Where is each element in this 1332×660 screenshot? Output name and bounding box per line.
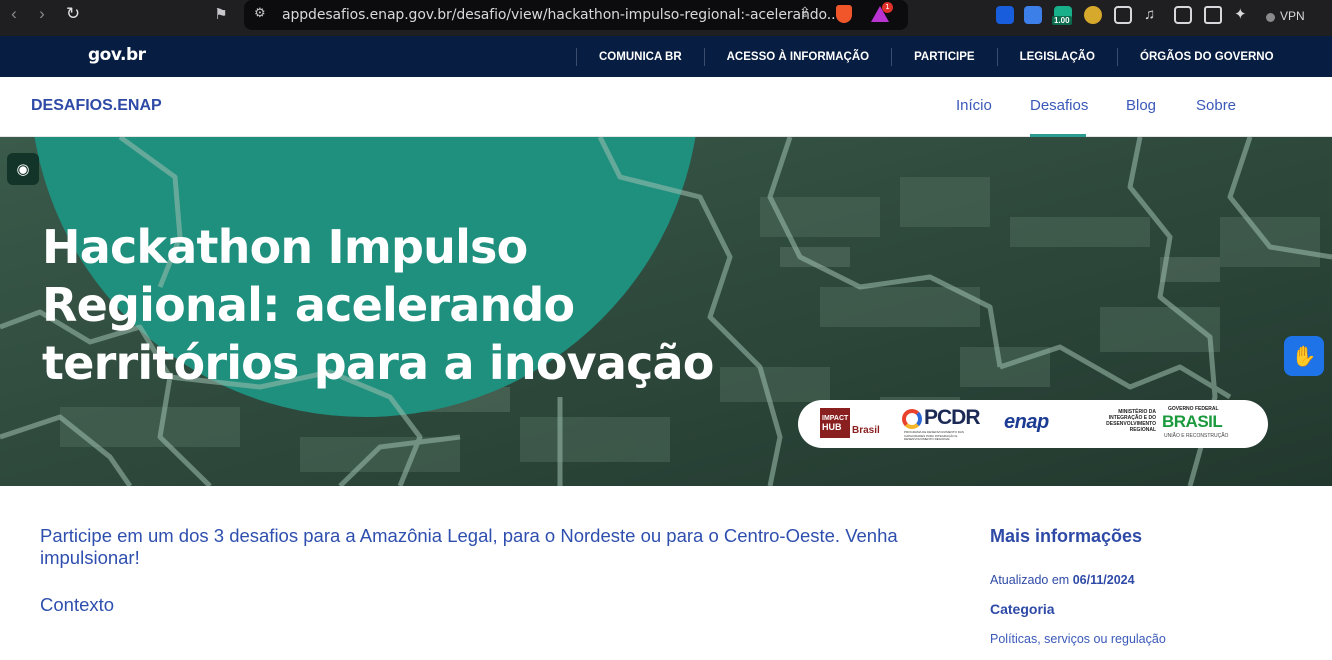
vlibras-hands-icon[interactable]: ✋ <box>1284 336 1324 376</box>
govbr-link-legislacao[interactable]: LEGISLAÇÃO <box>996 47 1117 66</box>
extension-badge-text: 1.00 <box>1052 16 1072 25</box>
brave-shield-icon[interactable] <box>836 5 852 23</box>
extension-badge-icon[interactable]: 1.00 <box>1052 6 1072 25</box>
medal-icon[interactable] <box>1084 6 1102 24</box>
forward-icon[interactable]: › <box>31 3 53 25</box>
leo-ai-icon[interactable]: ✦ <box>1234 6 1252 24</box>
accessibility-brain-icon[interactable]: ◉ <box>7 153 39 185</box>
hero-banner: ◉ Hackathon Impulso Regional: acelerando… <box>0 137 1332 486</box>
govbr-link-participe[interactable]: PARTICIPE <box>891 47 997 66</box>
vpn-button[interactable]: VPN <box>1280 9 1305 23</box>
enap-logo: enap <box>1004 411 1049 433</box>
bitwarden-icon[interactable] <box>996 6 1014 24</box>
updated-info: Atualizado em 06/11/2024 <box>990 573 1135 587</box>
govbr-link-comunica[interactable]: COMUNICA BR <box>576 47 704 66</box>
ministerio-text: MINISTÉRIO DA INTEGRAÇÃO E DO DESENVOLVI… <box>1106 409 1156 433</box>
govbr-bar: gov.br COMUNICA BR ACESSO À INFORMAÇÃO P… <box>0 36 1332 77</box>
media-icon[interactable]: ♫ <box>1144 6 1162 24</box>
pcdr-subtitle: PROGRAMA DE DESENVOLVIMENTO DAS CAPACIDA… <box>904 431 964 441</box>
govbr-link-acesso-informacao[interactable]: ACESSO À INFORMAÇÃO <box>703 47 891 66</box>
address-bar[interactable]: ⚙ appdesafios.enap.gov.br/desafio/view/h… <box>244 0 908 30</box>
uniao-reconstrucao: UNIÃO E RECONSTRUÇÃO <box>1164 433 1229 439</box>
impact-hub-logo: IMPACT HUB <box>820 408 850 438</box>
vpn-status-icon[interactable] <box>1266 13 1275 22</box>
govbr-link-orgaos[interactable]: ÓRGÃOS DO GOVERNO <box>1117 47 1296 66</box>
translate-icon[interactable] <box>1024 6 1042 24</box>
bookmark-icon[interactable]: ⚑ <box>210 3 232 25</box>
main-nav: Início Desafios Blog Sobre <box>0 77 1332 137</box>
hero-title: Hackathon Impulso Regional: acelerando t… <box>42 220 714 390</box>
nav-inicio[interactable]: Início <box>956 97 992 114</box>
updated-date: 06/11/2024 <box>1072 573 1135 587</box>
brave-badge: 1 <box>882 2 893 13</box>
pcdr-mark-icon <box>902 409 922 429</box>
wallet-icon[interactable] <box>1204 6 1222 24</box>
site-header: DESAFIOS.ENAP Início Desafios Blog Sobre <box>0 77 1332 137</box>
back-icon[interactable]: ‹ <box>3 3 25 25</box>
browser-toolbar: ‹ › ↻ ⚑ ⚙ appdesafios.enap.gov.br/desafi… <box>0 0 1332 36</box>
pcdr-logo: PCDR <box>924 406 981 429</box>
nav-desafios[interactable]: Desafios <box>1030 97 1088 114</box>
category-title: Categoria <box>990 601 1055 617</box>
nav-blog[interactable]: Blog <box>1126 97 1156 114</box>
sidebar-icon[interactable] <box>1174 6 1192 24</box>
govbr-links: COMUNICA BR ACESSO À INFORMAÇÃO PARTICIP… <box>576 36 1296 77</box>
section-title-contexto: Contexto <box>40 594 115 615</box>
extensions-puzzle-icon[interactable] <box>1114 6 1132 24</box>
impact-hub-brasil: Brasil <box>852 425 880 436</box>
brasil-wordmark: BRASIL <box>1162 412 1223 431</box>
reload-icon[interactable]: ↻ <box>62 3 84 25</box>
site-info-icon[interactable]: ⚙ <box>254 6 266 21</box>
intro-text: Participe em um dos 3 desafios para a Am… <box>40 525 898 568</box>
url-text: appdesafios.enap.gov.br/desafio/view/hac… <box>282 7 840 23</box>
updated-prefix: Atualizado em <box>990 573 1070 587</box>
share-icon[interactable]: ⇪ <box>799 5 811 21</box>
nav-sobre[interactable]: Sobre <box>1196 97 1236 114</box>
category-value[interactable]: Políticas, serviços ou regulação <box>990 632 1166 646</box>
partner-logos: IMPACT HUB Brasil PCDR PROGRAMA DE DESENV… <box>798 400 1268 448</box>
aside-title: Mais informações <box>990 526 1143 546</box>
govbr-logo[interactable]: gov.br <box>88 45 146 65</box>
